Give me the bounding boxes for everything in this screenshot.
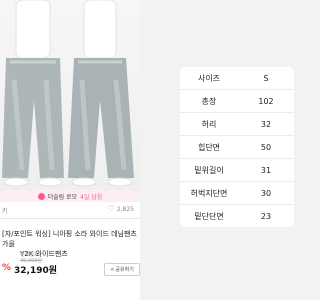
table-row: 밑단단면 23 [180, 205, 294, 228]
size-table-header: 사이즈 S [180, 67, 294, 90]
heart-icon: ♡ [107, 204, 115, 213]
header-size-label: 사이즈 [180, 67, 238, 90]
coupon-banner[interactable]: 더슬림 로모 4일 남음 [0, 190, 140, 202]
measure-label: 총장 [180, 89, 238, 113]
measure-label: 허리 [180, 112, 238, 136]
size-table: 사이즈 S 총장 102 허리 32 힙단면 50 밑위길이 31 허벅지단면 … [180, 67, 294, 227]
coupon-date: 4일 남음 [80, 193, 103, 201]
product-title-line1: [자/포인트 워싱] 니아핑 소라 와이드 데님팬츠 가을 [2, 230, 137, 248]
like-count: 2,825 [116, 205, 134, 213]
measure-value: 102 [238, 89, 294, 113]
jeans-models-image [2, 0, 134, 187]
measure-value: 23 [260, 211, 272, 221]
shop-row: 키 ♡ 2,825 [0, 202, 140, 216]
measure-label: 밑단단면 [194, 211, 224, 221]
table-row: 허리 32 [180, 112, 294, 136]
measure-value: 32 [238, 112, 294, 136]
coupon-icon [37, 192, 45, 200]
table-row: 힙단면 50 [180, 135, 294, 159]
header-size-s: S [238, 67, 294, 90]
sale-price: 32,190원 [14, 266, 58, 276]
measure-label: 힙단면 [180, 135, 238, 159]
measure-value: 30 [238, 181, 294, 205]
measure-value: 31 [238, 158, 294, 182]
shop-name[interactable]: 키 [2, 206, 8, 215]
product-photo[interactable] [0, 0, 140, 190]
share-label: 공유하기 [115, 267, 134, 273]
share-button[interactable]: < 공유하기 [104, 263, 140, 276]
share-icon: < [110, 266, 115, 273]
table-row: 밑위길이 31 [180, 158, 294, 182]
discount-rate: % [2, 263, 12, 273]
table-row: 총장 102 [180, 89, 294, 113]
like-button[interactable]: ♡ 2,825 [108, 205, 134, 213]
measure-label: 밑위길이 [180, 158, 238, 182]
measure-label: 허벅지단면 [180, 181, 238, 205]
measure-value: 50 [238, 135, 294, 159]
coupon-text: 더슬림 로모 [47, 193, 78, 201]
product-card[interactable]: 더슬림 로모 4일 남음 키 ♡ 2,825 [자/포인트 워싱] 니아핑 소라… [0, 0, 140, 300]
table-row: 허벅지단면 30 [180, 181, 294, 205]
divider [0, 218, 140, 219]
price-row: % 32,190원 [2, 263, 57, 276]
size-chart: 사이즈 S 총장 102 허리 32 힙단면 50 밑위길이 31 허벅지단면 … [180, 67, 294, 227]
